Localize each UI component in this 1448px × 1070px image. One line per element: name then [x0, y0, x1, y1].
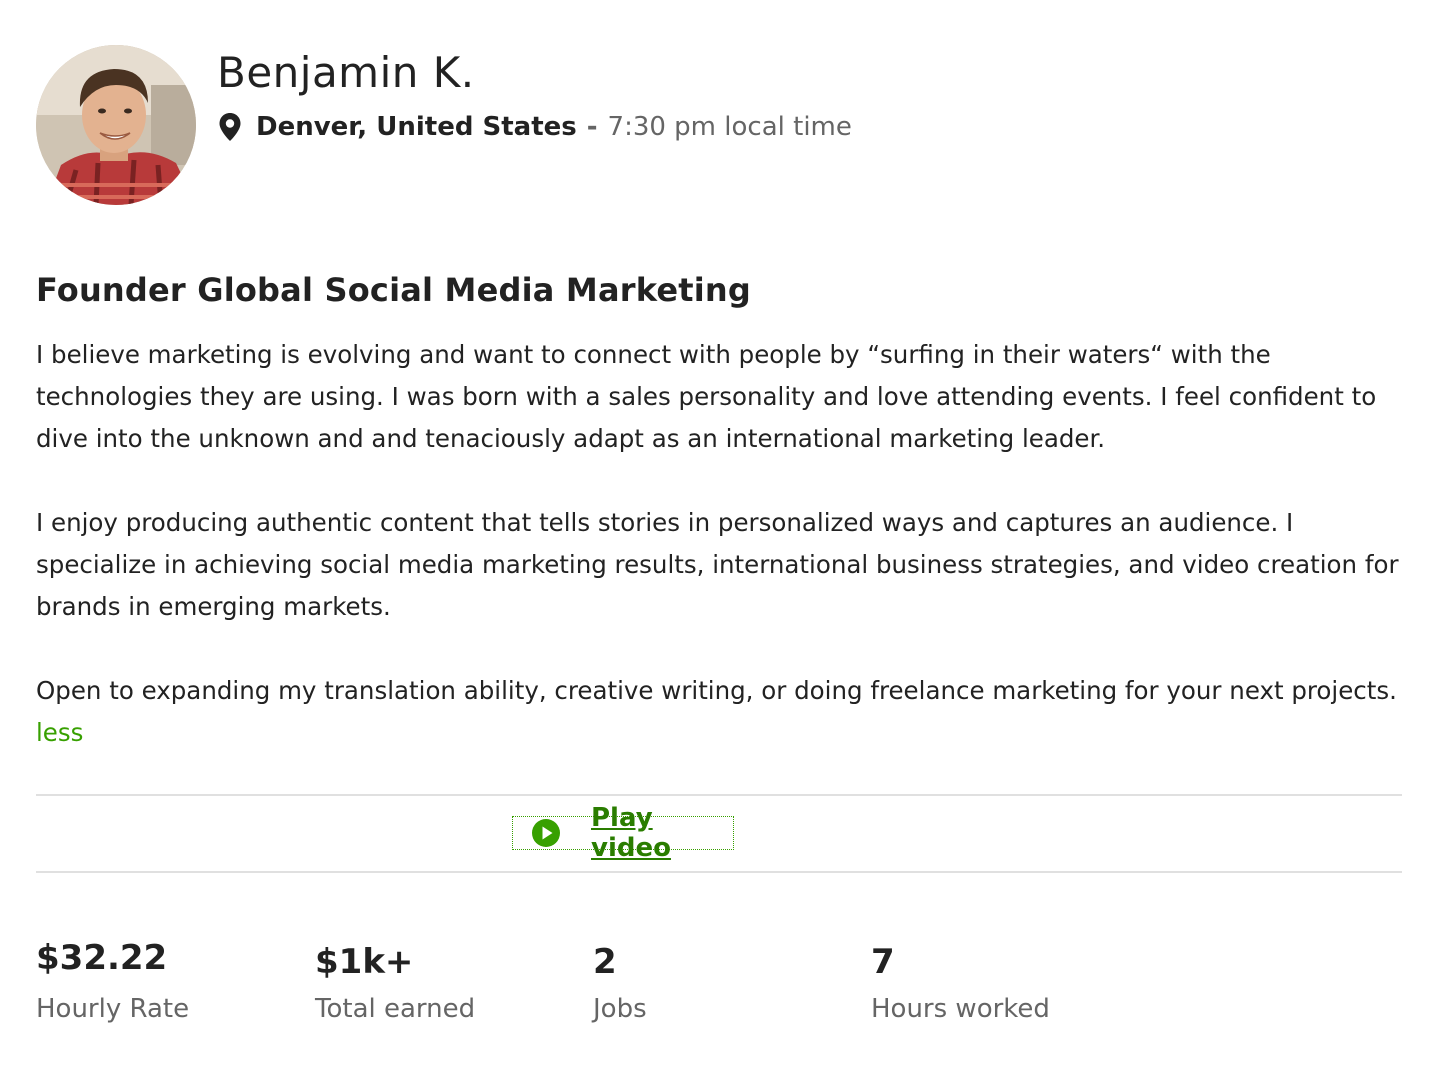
stat-label: Hourly Rate — [36, 994, 190, 1024]
stat-label: Hours worked — [871, 994, 1050, 1024]
freelancer-profile: Benjamin K. Denver, United States - 7:30… — [0, 0, 1448, 1070]
overview-paragraph: I believe marketing is evolving and want… — [36, 340, 1377, 453]
profile-title: Founder Global Social Media Marketing — [36, 271, 751, 309]
profile-name: Benjamin K. — [217, 48, 475, 97]
stat-value: 7 — [871, 942, 895, 982]
stat-hours-worked: 7 Hours worked — [871, 940, 1050, 1026]
overview-paragraph: I enjoy producing authentic content that… — [36, 508, 1399, 621]
play-circle-icon — [531, 818, 561, 848]
avatar-photo — [36, 45, 196, 205]
location-line: Denver, United States - 7:30 pm local ti… — [218, 110, 852, 144]
stat-value: 2 — [593, 942, 617, 982]
play-video-label: Play video — [591, 803, 671, 863]
stat-hourly-rate: $32.22 Hourly Rate — [36, 936, 189, 1026]
location-text: Denver, United States — [256, 112, 577, 142]
overview-paragraph: Open to expanding my translation ability… — [36, 670, 1406, 754]
location-separator: - — [586, 112, 598, 142]
stat-label: Jobs — [593, 994, 647, 1024]
divider — [36, 794, 1402, 796]
avatar[interactable] — [36, 45, 196, 205]
stat-label: Total earned — [315, 994, 476, 1024]
stat-jobs: 2 Jobs — [593, 940, 647, 1026]
profile-overview: I believe marketing is evolving and want… — [36, 334, 1406, 754]
play-video-button[interactable]: Play video — [512, 803, 734, 863]
stat-value: $1k+ — [315, 942, 414, 982]
location-pin-icon — [218, 112, 242, 142]
overview-paragraph-text: Open to expanding my translation ability… — [36, 676, 1397, 705]
stat-total-earned: $1k+ Total earned — [315, 940, 475, 1026]
divider — [36, 871, 1402, 873]
stat-value: $32.22 — [36, 938, 168, 978]
less-link[interactable]: less — [36, 718, 83, 747]
local-time: 7:30 pm local time — [607, 112, 852, 142]
